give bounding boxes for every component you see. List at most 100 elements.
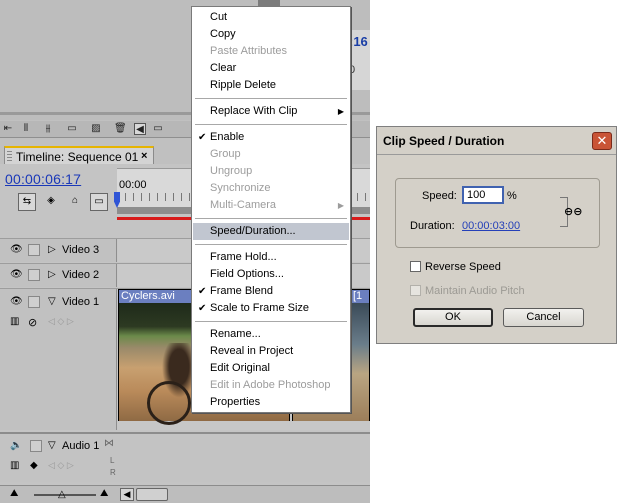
menu-item-label: Reveal in Project: [210, 345, 294, 357]
reverse-speed-checkbox[interactable]: [410, 261, 421, 272]
dialog-title-bar[interactable]: Clip Speed / Duration ✕: [377, 127, 616, 155]
menu-item-label: Edit Original: [210, 362, 270, 374]
menu-item-label: Scale to Frame Size: [210, 302, 310, 314]
play-reverse-icon[interactable]: ◀: [134, 123, 146, 135]
mark-in-icon[interactable]: ⫴: [20, 123, 32, 135]
menu-item-cut[interactable]: Cut: [193, 9, 349, 26]
duration-value[interactable]: 00:00:03:00: [462, 220, 520, 232]
collapse-icon[interactable]: ▽: [48, 296, 56, 307]
reverse-speed-label[interactable]: Reverse Speed: [425, 261, 501, 273]
menu-item-paste-attributes: Paste Attributes: [193, 43, 349, 60]
lock-toggle[interactable]: [28, 244, 40, 256]
speed-unit: %: [507, 190, 517, 202]
track-label: Video 3: [62, 244, 100, 256]
maintain-audio-pitch-label: Maintain Audio Pitch: [425, 285, 525, 297]
channel-r-label: R: [110, 468, 116, 477]
menu-item-copy[interactable]: Copy: [193, 26, 349, 43]
snap-icon[interactable]: ⇆: [18, 193, 36, 211]
lock-toggle[interactable]: [30, 440, 42, 452]
menu-item-reveal-in-project[interactable]: Reveal in Project: [193, 343, 349, 360]
eye-icon[interactable]: 👁: [10, 270, 24, 280]
menu-item-frame-blend[interactable]: ✔ Frame Blend: [193, 283, 349, 300]
menu-item-edit-original[interactable]: Edit Original: [193, 360, 349, 377]
clip-context-menu: Cut Copy Paste Attributes Clear Ripple Delet…: [191, 6, 351, 413]
tab-grip-icon[interactable]: [7, 151, 12, 162]
clip-speed-duration-dialog: Clip Speed / Duration ✕ Speed: 100 % ⊖⊖ …: [376, 126, 617, 344]
mark-out-icon[interactable]: ⫵: [42, 123, 54, 135]
menu-item-ripple-delete[interactable]: Ripple Delete: [193, 77, 349, 94]
speed-label: Speed:: [422, 190, 457, 202]
menu-item-frame-hold[interactable]: Frame Hold...: [193, 249, 349, 266]
lift-icon[interactable]: ▭: [66, 123, 78, 135]
set-unnumbered-marker-icon[interactable]: ▭: [90, 193, 108, 211]
eye-icon[interactable]: 👁: [10, 297, 24, 307]
program-monitor-fragment: :16 0: [348, 30, 370, 90]
checkmark-icon: ✔: [198, 132, 207, 143]
encore-marker-icon[interactable]: ⌂: [66, 193, 84, 211]
menu-item-label: Synchronize: [210, 182, 271, 194]
submenu-arrow-icon: ▶: [337, 201, 344, 210]
keyframes-icon[interactable]: ⊘: [28, 316, 37, 329]
eye-icon[interactable]: 👁: [10, 245, 24, 255]
extract-icon[interactable]: ▨: [90, 123, 102, 135]
checkmark-icon: ✔: [198, 303, 207, 314]
menu-item-rename[interactable]: Rename...: [193, 326, 349, 343]
menu-separator: [195, 98, 347, 99]
menu-item-field-options[interactable]: Field Options...: [193, 266, 349, 283]
menu-item-scale-to-frame-size[interactable]: ✔ Scale to Frame Size: [193, 300, 349, 317]
checkmark-icon: ✔: [198, 286, 207, 297]
lock-toggle[interactable]: [28, 296, 40, 308]
tab-timeline-sequence[interactable]: Timeline: Sequence 01 ×: [4, 146, 154, 165]
maintain-audio-pitch-checkbox: [410, 285, 421, 296]
speaker-icon[interactable]: 🔈: [10, 440, 22, 451]
menu-item-label: Ungroup: [210, 165, 253, 177]
menu-item-replace-with-clip[interactable]: Replace With Clip ▶: [193, 103, 349, 120]
expand-icon[interactable]: ▷: [48, 269, 56, 280]
menu-item-label: Multi-Camera: [210, 199, 277, 211]
menu-item-label: Frame Blend: [210, 285, 273, 297]
current-timecode[interactable]: 00:00:06:17: [5, 171, 81, 187]
monitor-timecode-fragment[interactable]: :16: [349, 34, 368, 49]
menu-item-label: Enable: [210, 131, 245, 143]
cancel-button[interactable]: Cancel: [503, 308, 584, 327]
trash-icon[interactable]: 🗑: [114, 123, 127, 135]
timeline-bottom-bar: ⛰ △ ⛰ ◀: [0, 485, 370, 503]
track-label: Video 1: [62, 296, 100, 308]
menu-separator: [195, 218, 347, 219]
menu-item-properties[interactable]: Properties: [193, 394, 349, 411]
track-label: Video 2: [62, 269, 100, 281]
thumbnail-wheel: [147, 381, 191, 425]
keyframes-icon[interactable]: ◆: [30, 460, 38, 471]
menu-item-synchronize: Synchronize: [193, 180, 349, 197]
zoom-slider-thumb[interactable]: △: [58, 489, 66, 500]
display-style-icon[interactable]: ▥: [10, 460, 19, 471]
speed-input[interactable]: 100: [462, 186, 504, 204]
toolbar-scrollbar[interactable]: ▭: [152, 123, 164, 135]
keyframe-nav-icon[interactable]: ◁ ◇ ▷: [48, 460, 74, 471]
menu-item-label: Edit in Adobe Photoshop: [210, 379, 331, 391]
set-marker-icon[interactable]: ◈: [42, 193, 60, 211]
zoom-out-icon[interactable]: ⛰: [10, 488, 18, 499]
step-back-icon[interactable]: ⇤: [2, 123, 14, 135]
scroll-left-icon[interactable]: ◀: [120, 488, 134, 501]
collapse-icon[interactable]: ▽: [48, 440, 56, 451]
close-icon[interactable]: ×: [141, 150, 147, 162]
menu-item-clear[interactable]: Clear: [193, 60, 349, 77]
ok-button[interactable]: OK: [413, 308, 493, 327]
menu-item-speed-duration[interactable]: Speed/Duration...: [193, 223, 349, 240]
close-icon[interactable]: ✕: [592, 132, 612, 150]
menu-item-label: Cut: [210, 11, 228, 23]
menu-item-label: Frame Hold...: [210, 251, 277, 263]
keyframe-nav-icon[interactable]: ◁ ◇ ▷: [48, 316, 74, 327]
menu-item-enable[interactable]: ✔ Enable: [193, 129, 349, 146]
display-style-icon[interactable]: ▥: [10, 316, 19, 327]
chain-link-icon[interactable]: ⊖⊖: [564, 205, 582, 218]
menu-item-label: Copy: [210, 28, 236, 40]
expand-icon[interactable]: ▷: [48, 244, 56, 255]
menu-item-label: Replace With Clip: [210, 105, 298, 117]
lock-toggle[interactable]: [28, 269, 40, 281]
horizontal-scrollbar[interactable]: [136, 488, 168, 501]
zoom-in-icon[interactable]: ⛰: [100, 488, 108, 499]
track-label: Audio 1: [62, 440, 100, 452]
menu-item-label: Speed/Duration...: [210, 225, 296, 237]
